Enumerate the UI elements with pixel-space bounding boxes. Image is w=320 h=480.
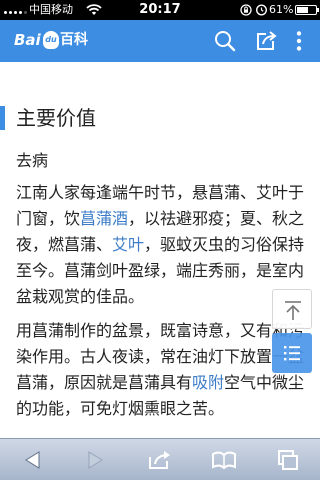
status-bar: 中国移动 20:17 61% [0, 0, 320, 20]
back-arrow-icon[interactable] [19, 448, 45, 472]
battery-icon [295, 5, 319, 15]
more-icon[interactable] [287, 29, 311, 53]
browser-toolbar [0, 438, 320, 480]
article-content: 主要价值 去病 江南人家每逢端午时节，悬菖蒲、艾叶于门窗，饮菖蒲酒，以祛避邪疫；… [0, 62, 320, 438]
back-to-top-button[interactable] [272, 289, 312, 329]
paragraph-1: 江南人家每逢端午时节，悬菖蒲、艾叶于门窗，饮菖蒲酒，以祛避邪疫；夏、秋之夜，燃菖… [16, 180, 308, 310]
battery-percent: 61% [269, 3, 294, 16]
logo-du-text: du [43, 31, 59, 49]
back-to-top-icon [285, 301, 301, 320]
tabs-icon[interactable] [275, 448, 301, 472]
app-header: Bai du 百科 [0, 20, 320, 62]
bookmarks-icon[interactable] [211, 448, 237, 472]
subheading: 去病 [16, 151, 49, 170]
link-mugwort[interactable]: 艾叶 [112, 235, 144, 254]
search-icon[interactable] [213, 29, 237, 53]
share-icon[interactable] [147, 448, 173, 472]
section-accent-bar [0, 106, 5, 130]
link-changpu-wine[interactable]: 菖蒲酒 [80, 209, 128, 228]
alarm-icon [255, 3, 268, 16]
table-of-contents-button[interactable] [272, 333, 312, 373]
logo-bai-text: Bai [14, 31, 41, 49]
rotation-lock-icon [240, 4, 252, 16]
section-title: 主要价值 [16, 106, 96, 130]
paragraph-2: 用菖蒲制作的盆景，既富诗意，又有和污染作用。古人夜读，常在油灯下放置一盆菖蒲，原… [16, 318, 308, 422]
share-icon[interactable] [254, 29, 278, 53]
link-adsorption[interactable]: 吸附 [192, 373, 224, 392]
logo-baike-text: 百科 [60, 32, 88, 48]
forward-arrow-icon[interactable] [83, 448, 109, 472]
table-of-contents-icon [284, 346, 300, 361]
